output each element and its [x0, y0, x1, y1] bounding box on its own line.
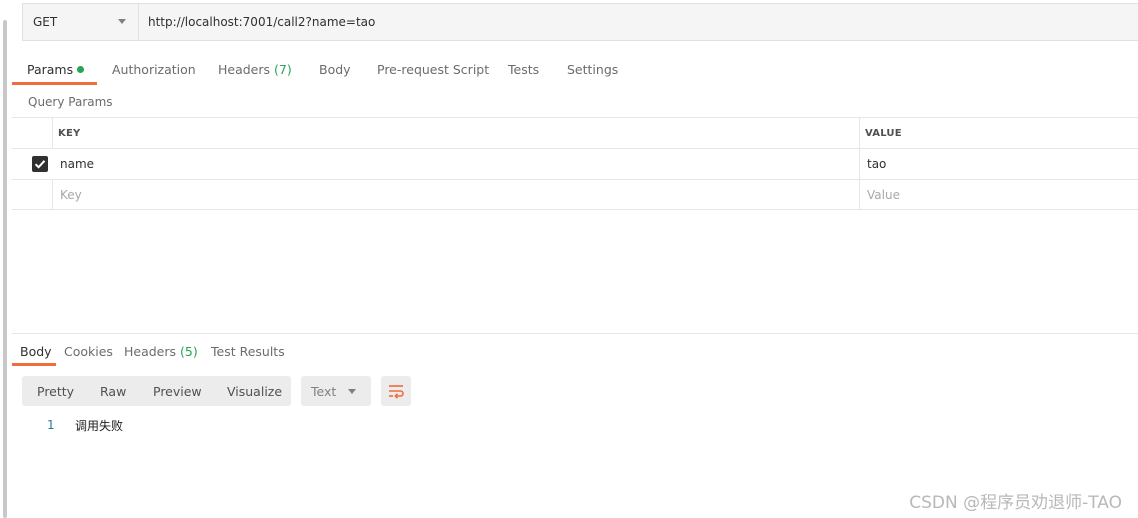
format-label: Text — [311, 384, 337, 399]
tab-headers-label: Headers — [218, 62, 271, 77]
column-divider — [859, 118, 860, 148]
tab-response-body[interactable]: Body — [20, 344, 52, 359]
param-value-cell[interactable]: tao — [867, 157, 886, 171]
tab-params[interactable]: Params — [27, 62, 85, 77]
url-input[interactable]: http://localhost:7001/call2?name=tao — [148, 15, 375, 29]
chevron-down-icon — [348, 389, 356, 394]
active-tab-indicator — [12, 82, 97, 85]
column-divider — [52, 118, 53, 148]
tab-response-headers-label: Headers — [124, 344, 177, 359]
method-dropdown[interactable]: GET — [23, 4, 139, 40]
tab-body[interactable]: Body — [319, 62, 351, 77]
view-mode-selector: Pretty Raw Preview Visualize — [22, 376, 291, 406]
pane-divider[interactable] — [12, 333, 1138, 334]
view-raw-button[interactable]: Raw — [100, 384, 126, 399]
active-dot-icon — [77, 66, 85, 73]
column-divider — [859, 180, 860, 209]
response-headers-count: (5) — [180, 344, 198, 359]
tab-tests[interactable]: Tests — [508, 62, 539, 77]
response-tabs: Body Cookies Headers (5) Test Results — [12, 340, 412, 366]
format-dropdown[interactable]: Text — [301, 376, 371, 406]
tab-params-label: Params — [27, 62, 74, 77]
table-row-new: Key Value — [12, 179, 1138, 210]
line-number: 1 — [47, 418, 55, 432]
table-header-row: KEY VALUE — [12, 117, 1138, 148]
tab-test-results[interactable]: Test Results — [211, 344, 285, 359]
table-row: name tao — [12, 148, 1138, 179]
tab-response-headers[interactable]: Headers (5) — [124, 344, 198, 359]
request-url-bar: GET http://localhost:7001/call2?name=tao — [22, 3, 1138, 41]
tab-pre-request-script[interactable]: Pre-request Script — [377, 62, 489, 77]
headers-count: (7) — [274, 62, 292, 77]
tab-headers[interactable]: Headers (7) — [218, 62, 292, 77]
value-column-header: VALUE — [865, 128, 902, 139]
column-divider — [52, 180, 53, 209]
view-visualize-button[interactable]: Visualize — [227, 384, 282, 399]
tab-cookies[interactable]: Cookies — [64, 344, 113, 359]
wrap-lines-icon — [389, 385, 404, 399]
view-pretty-button[interactable]: Pretty — [37, 384, 74, 399]
new-value-input[interactable]: Value — [867, 188, 900, 202]
request-tabs: Params Authorization Headers (7) Body Pr… — [12, 58, 712, 86]
scrollbar-thumb[interactable] — [3, 20, 7, 518]
key-column-header: KEY — [58, 128, 81, 139]
checkmark-icon — [34, 160, 46, 169]
tab-settings[interactable]: Settings — [567, 62, 618, 77]
csdn-watermark: CSDN @程序员劝退师-TAO — [909, 493, 1122, 513]
wrap-lines-button[interactable] — [381, 376, 411, 406]
param-enabled-checkbox[interactable] — [32, 156, 48, 172]
response-body-text: 调用失败 — [75, 419, 124, 433]
new-key-input[interactable]: Key — [60, 188, 82, 202]
query-params-title: Query Params — [28, 95, 113, 109]
tab-authorization[interactable]: Authorization — [112, 62, 196, 77]
view-preview-button[interactable]: Preview — [153, 384, 202, 399]
vertical-scrollbar[interactable] — [0, 0, 11, 518]
column-divider — [859, 149, 860, 179]
method-label: GET — [33, 15, 58, 29]
param-key-cell[interactable]: name — [60, 157, 94, 171]
chevron-down-icon — [118, 19, 126, 24]
active-response-tab-indicator — [12, 363, 56, 366]
